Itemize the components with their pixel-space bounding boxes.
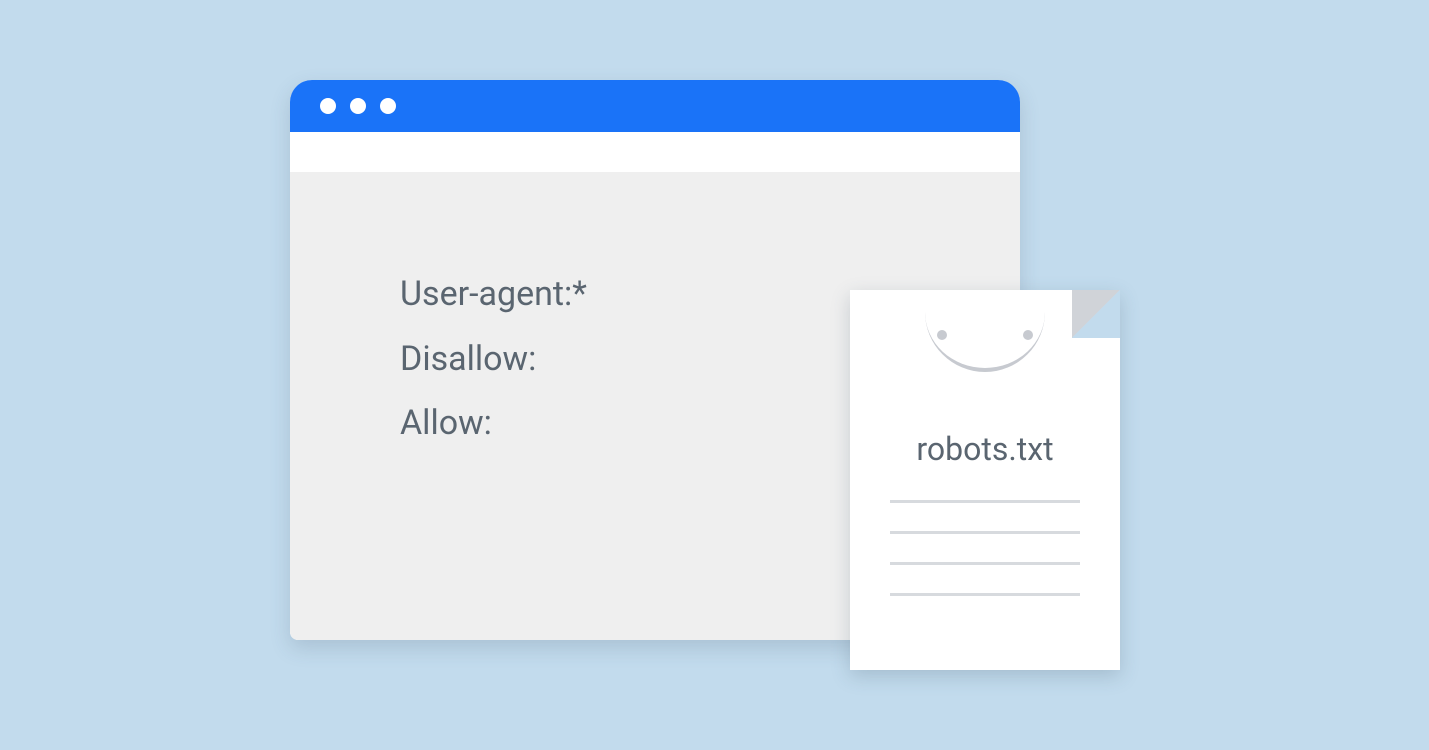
face-smile-icon [925, 312, 1045, 372]
file-text-line [890, 500, 1080, 503]
window-dot-icon [320, 98, 336, 114]
browser-address-strip [290, 132, 1020, 172]
browser-title-bar [290, 80, 1020, 132]
file-text-line [890, 593, 1080, 596]
page-fold-icon [1072, 290, 1120, 338]
window-dot-icon [350, 98, 366, 114]
robots-file-card: robots.txt [850, 290, 1120, 670]
file-text-line [890, 562, 1080, 565]
window-dot-icon [380, 98, 396, 114]
file-text-line [890, 531, 1080, 534]
file-title: robots.txt [850, 430, 1120, 468]
file-content-lines [890, 500, 1080, 624]
